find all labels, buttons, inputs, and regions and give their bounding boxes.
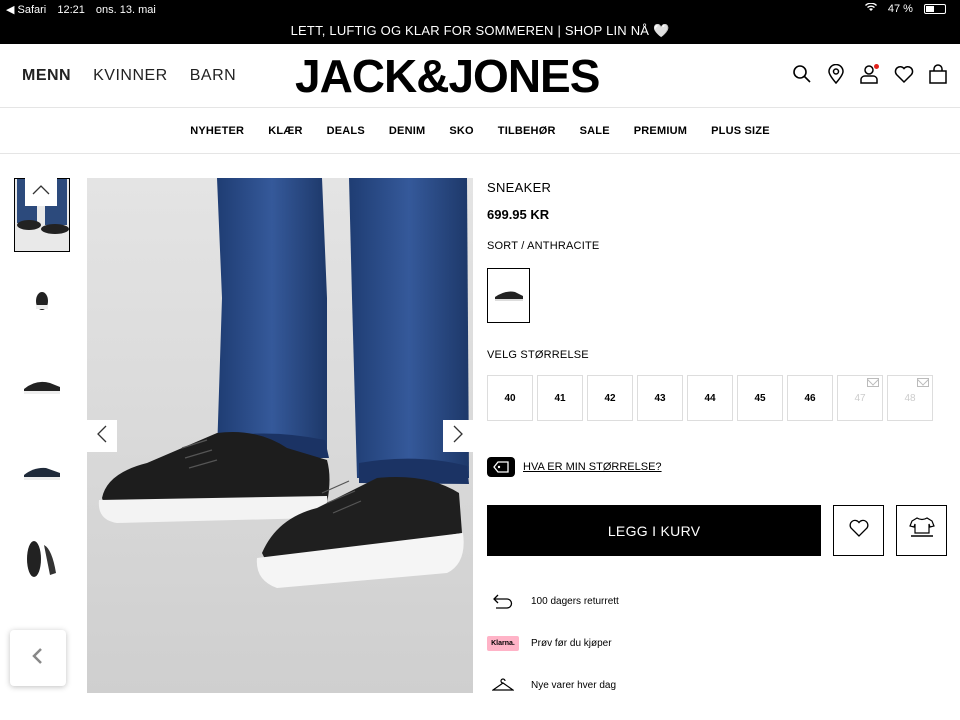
chevron-right-icon — [452, 424, 464, 449]
tab-menn[interactable]: MENN — [22, 67, 71, 85]
image-next-button[interactable] — [443, 420, 473, 452]
thumbnail-3[interactable] — [14, 350, 70, 424]
size-label: VELG STØRRELSE — [487, 349, 589, 361]
usp-klarna: Klarna. Prøv før du kjøper — [487, 634, 947, 652]
nav-klaer[interactable]: KLÆR — [268, 125, 302, 137]
wifi-icon — [864, 2, 880, 15]
purchase-actions: LEGG I KURV — [487, 505, 947, 556]
product-price: 699.95 KR — [487, 207, 550, 222]
tab-barn[interactable]: BARN — [190, 67, 236, 85]
location-icon[interactable] — [826, 63, 846, 85]
usp-text: Nye varer hver dag — [531, 679, 617, 691]
wishlist-icon[interactable] — [894, 64, 914, 84]
usp-text: Prøv før du kjøper — [531, 637, 612, 649]
size-option[interactable]: 41 — [537, 375, 583, 421]
size-option[interactable]: 46 — [787, 375, 833, 421]
mail-icon — [867, 378, 879, 387]
size-option-label: 48 — [904, 392, 916, 404]
usp-text: 100 dagers returrett — [531, 595, 619, 607]
color-label: SORT / ANTHRACITE — [487, 240, 600, 252]
status-time: 12:21 — [57, 3, 85, 16]
size-selector: 40 41 42 43 44 45 46 47 48 — [487, 375, 947, 421]
tab-kvinner[interactable]: KVINNER — [93, 67, 168, 85]
add-to-wishlist-button[interactable] — [833, 505, 885, 556]
back-button[interactable] — [10, 630, 66, 686]
battery-percent: 47 % — [887, 3, 913, 15]
search-icon[interactable] — [792, 64, 812, 84]
usp-returns: 100 dagers returrett — [487, 592, 947, 610]
gender-tabs: MENN KVINNER BARN — [22, 67, 236, 85]
nav-denim[interactable]: DENIM — [389, 125, 425, 137]
nav-tilbehor[interactable]: TILBEHØR — [498, 125, 556, 137]
chevron-up-icon — [31, 183, 51, 201]
chevron-left-icon — [31, 647, 45, 670]
nav-sko[interactable]: SKO — [449, 125, 473, 137]
thumbnail-list — [14, 178, 70, 608]
nav-plus-size[interactable]: PLUS SIZE — [711, 125, 770, 137]
size-option[interactable]: 43 — [637, 375, 683, 421]
add-to-cart-button[interactable]: LEGG I KURV — [487, 505, 822, 556]
size-guide-link[interactable]: HVA ER MIN STØRRELSE? — [487, 457, 947, 477]
account-icon[interactable] — [860, 64, 880, 84]
chevron-left-icon — [96, 424, 108, 449]
outfit-button[interactable] — [896, 505, 947, 556]
tag-icon — [487, 457, 515, 477]
header-icons — [792, 63, 948, 85]
site-header: MENN KVINNER BARN JACK&JONES — [0, 44, 960, 108]
thumbnail-4[interactable] — [14, 436, 70, 510]
size-guide-text: HVA ER MIN STØRRELSE? — [523, 461, 662, 473]
tshirt-icon — [908, 516, 935, 545]
mail-icon — [917, 378, 929, 387]
promo-banner[interactable]: LETT, LUFTIG OG KLAR FOR SOMMEREN | SHOP… — [0, 18, 960, 44]
brand-logo[interactable]: JACK&JONES — [295, 50, 600, 102]
product-name: SNEAKER — [487, 180, 552, 195]
color-swatch[interactable] — [487, 268, 530, 323]
promo-text: LETT, LUFTIG OG KLAR FOR SOMMEREN | SHOP… — [290, 23, 670, 38]
nav-premium[interactable]: PREMIUM — [634, 125, 687, 137]
nav-sale[interactable]: SALE — [580, 125, 610, 137]
heart-icon — [849, 519, 869, 542]
hanger-icon — [487, 678, 519, 692]
status-date: ons. 13. mai — [95, 3, 156, 16]
nav-deals[interactable]: DEALS — [327, 125, 365, 137]
status-bar: ◀ Safari 12:21 ons. 13. mai 47 % — [0, 0, 960, 18]
size-option[interactable]: 44 — [687, 375, 733, 421]
nav-nyheter[interactable]: NYHETER — [190, 125, 244, 137]
thumbnail-2[interactable] — [14, 264, 70, 338]
return-arrow-icon — [487, 593, 519, 609]
product-image[interactable] — [87, 178, 473, 693]
usp-new-arrivals: Nye varer hver dag — [487, 676, 947, 694]
bag-icon[interactable] — [928, 64, 948, 84]
thumbnail-scroll-up[interactable] — [25, 178, 57, 206]
back-to-app[interactable]: ◀ Safari — [6, 4, 46, 16]
size-option[interactable]: 42 — [587, 375, 633, 421]
size-option-label: 47 — [854, 392, 866, 404]
size-option[interactable]: 45 — [737, 375, 783, 421]
thumbnail-5[interactable] — [14, 522, 70, 596]
klarna-logo: Klarna. — [487, 635, 519, 651]
size-option-unavailable[interactable]: 48 — [887, 375, 933, 421]
product-info: SNEAKER 699.95 KR SORT / ANTHRACITE VELG… — [487, 178, 947, 694]
size-option-unavailable[interactable]: 47 — [837, 375, 883, 421]
battery-icon — [924, 4, 946, 15]
category-nav: NYHETER KLÆR DEALS DENIM SKO TILBEHØR SA… — [0, 108, 960, 154]
size-option[interactable]: 40 — [487, 375, 533, 421]
image-prev-button[interactable] — [87, 420, 117, 452]
